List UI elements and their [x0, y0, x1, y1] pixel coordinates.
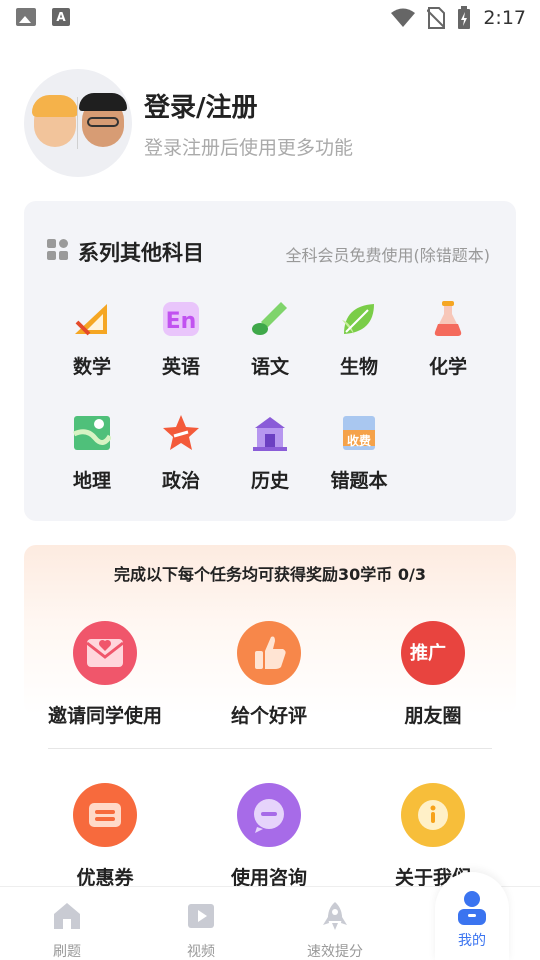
rocket-icon: [323, 902, 347, 930]
subject-biology[interactable]: 生物: [319, 300, 399, 390]
nav-tab-boost[interactable]: 速效提分: [268, 887, 402, 960]
login-subtitle: 登录注册后使用更多功能: [144, 137, 354, 159]
consult-item[interactable]: 使用咨询: [194, 783, 344, 890]
leaf-icon: [342, 304, 374, 334]
subject-label: 错题本: [330, 470, 388, 492]
task-label: 给个好评: [230, 705, 307, 727]
coupons-item[interactable]: 优惠券: [30, 783, 180, 890]
nav-tab-mine[interactable]: 我的: [435, 872, 509, 960]
task-card: 完成以下每个任务均可获得奖励30学币 0/3 邀请同学使用 给个好评 推广 朋友…: [24, 545, 516, 727]
subject-geography[interactable]: 地理: [52, 414, 132, 504]
subjects-card: 系列其他科目 全科会员免费使用(除错题本) 数学 En 英语 语文 生物 化学 …: [24, 201, 516, 521]
flask-icon: [434, 301, 462, 336]
subject-chinese[interactable]: 语文: [230, 300, 310, 390]
video-icon: [188, 904, 214, 928]
subject-label: 地理: [72, 470, 111, 492]
subject-wrong-book[interactable]: 错题本: [319, 414, 399, 504]
fee-badge-text: 收费: [346, 434, 371, 448]
subject-label: 生物: [339, 356, 378, 378]
user-icon: [458, 891, 486, 925]
subject-math[interactable]: 数学: [52, 300, 132, 390]
promote-icon: 推广: [401, 621, 465, 685]
map-icon: [72, 416, 113, 450]
nav-label: 刷题: [53, 944, 81, 960]
task-label: 朋友圈: [404, 705, 462, 727]
task-give-review[interactable]: 给个好评: [194, 621, 344, 728]
subjects-note: 全科会员免费使用(除错题本): [285, 246, 491, 265]
nav-label-active: 我的: [458, 933, 486, 949]
subject-label: 化学: [428, 356, 467, 378]
info-icon: [401, 783, 465, 847]
coupon-icon: [73, 783, 137, 847]
building-icon: [253, 417, 287, 451]
status-bar: A 2:17: [0, 0, 540, 36]
status-left: A: [16, 8, 70, 26]
nav-label: 视频: [187, 944, 215, 960]
subject-label: 数学: [72, 356, 111, 378]
avatar-boy-icon: [79, 93, 127, 147]
nav-tab-video[interactable]: 视频: [134, 887, 268, 960]
task-reward-title: 完成以下每个任务均可获得奖励30学币 0/3: [114, 565, 426, 584]
chat-icon: [237, 783, 301, 847]
nav-label: 速效提分: [307, 944, 363, 960]
invite-envelope-icon: [73, 621, 137, 685]
promote-badge-text: 推广: [410, 643, 446, 664]
subject-label: 英语: [161, 356, 200, 378]
subjects-title: 系列其他科目: [78, 241, 204, 265]
avatar-girl-icon: [32, 95, 78, 147]
task-label: 邀请同学使用: [47, 705, 162, 727]
image-icon: [16, 8, 36, 26]
font-a-icon: A: [52, 8, 70, 26]
brush-icon: [252, 302, 287, 335]
thumbs-up-icon: [237, 621, 301, 685]
en-icon: En: [163, 302, 199, 336]
subject-label: 政治: [161, 470, 200, 492]
subject-politics[interactable]: 政治: [141, 414, 221, 504]
wifi-icon: [391, 8, 416, 27]
home-icon: [54, 903, 80, 929]
ruler-icon: [75, 304, 107, 336]
task-moments[interactable]: 推广 朋友圈: [358, 621, 508, 728]
avatar[interactable]: [24, 69, 132, 177]
subject-chemistry[interactable]: 化学: [408, 300, 488, 390]
star-icon: [163, 415, 199, 450]
status-right: 2:17: [391, 6, 526, 30]
grid-icon: [47, 239, 69, 261]
battery-charging-icon: [458, 6, 471, 29]
subject-label: 历史: [250, 470, 289, 492]
subject-english[interactable]: En 英语: [141, 300, 221, 390]
avatar-divider: [77, 97, 78, 149]
profile-header[interactable]: 登录/注册 登录注册后使用更多功能: [24, 69, 524, 179]
nav-tab-practice[interactable]: 刷题: [0, 887, 134, 960]
task-invite-classmates[interactable]: 邀请同学使用: [30, 621, 180, 728]
svg-text:En: En: [166, 309, 197, 334]
status-time: 2:17: [483, 7, 526, 29]
subject-history[interactable]: 历史: [230, 414, 310, 504]
section-divider: [48, 748, 492, 749]
no-sim-icon: [427, 7, 446, 29]
subject-label: 语文: [250, 356, 289, 378]
login-title[interactable]: 登录/注册: [144, 87, 258, 124]
